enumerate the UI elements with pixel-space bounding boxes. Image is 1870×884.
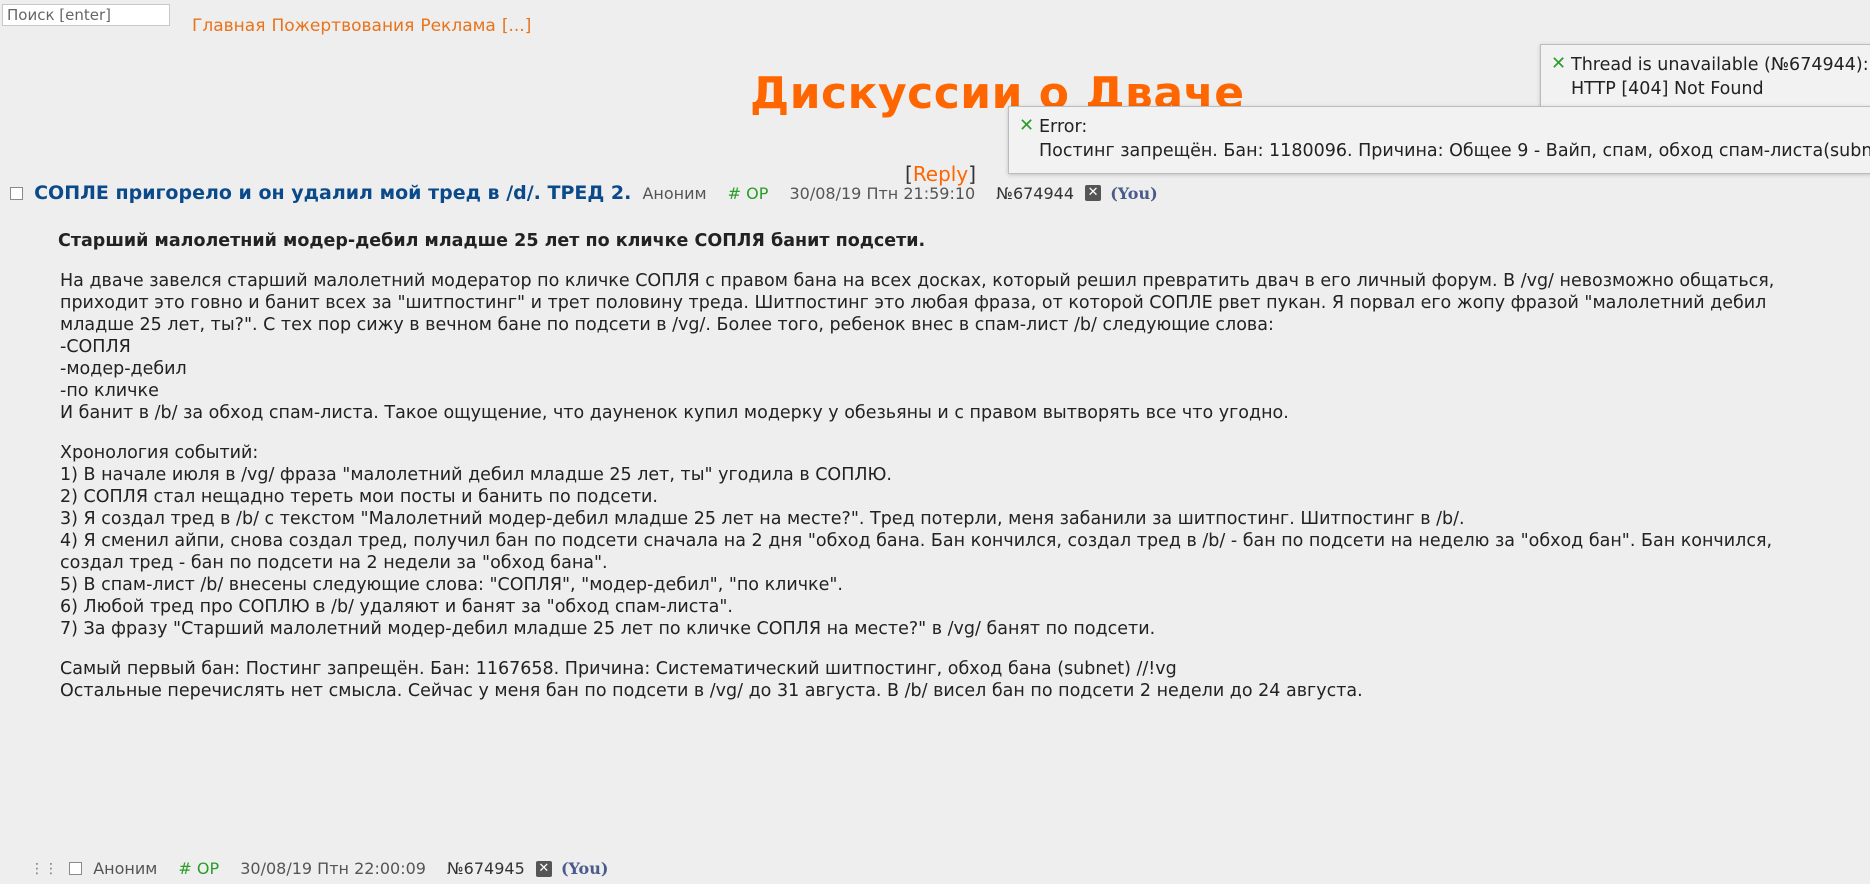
nav-more[interactable]: [...]: [502, 16, 531, 36]
nav-donate[interactable]: Пожертвования: [271, 16, 414, 36]
op-badge: # OP: [727, 183, 769, 203]
nav-ads[interactable]: Реклама: [420, 16, 496, 36]
nav-home[interactable]: Главная: [192, 16, 265, 36]
ban-line: Остальные перечислять нет смысла. Сейчас…: [60, 681, 1363, 701]
hide-post-icon[interactable]: ✕: [1085, 185, 1102, 201]
post-lead: Старший малолетний модер-дебил младше 25…: [58, 231, 926, 251]
post-header: СОПЛЕ пригорело и он удалил мой тред в /…: [10, 182, 1158, 212]
error-title: Error:: [1039, 117, 1088, 137]
post-author: Аноним: [642, 183, 707, 203]
post-line: -СОПЛЯ: [60, 337, 131, 357]
error-text: Постинг запрещён. Бан: 1180096. Причина:…: [1039, 141, 1870, 161]
chronology-line: 2) СОПЛЯ стал нещадно тереть мои посты и…: [60, 487, 658, 507]
top-nav: Главная Пожертвования Реклама [...]: [192, 16, 537, 36]
top-bar: Главная Пожертвования Реклама [...]: [0, 0, 1870, 36]
search-input[interactable]: [2, 4, 170, 26]
chronology-line: 3) Я создал тред в /b/ с текстом "Малоле…: [60, 509, 1465, 529]
you-label: (You): [560, 859, 609, 878]
ban-line: Самый первый бан: Постинг запрещён. Бан:…: [60, 659, 1177, 679]
post-date: 30/08/19 Птн 22:00:09: [240, 859, 426, 878]
post-subject: СОПЛЕ пригорело и он удалил мой тред в /…: [34, 182, 632, 204]
close-check-icon[interactable]: ✕: [1019, 114, 1034, 138]
post-line: И банит в /b/ за обход спам-листа. Такое…: [60, 403, 1289, 423]
chronology-line: создал тред - бан по подсети на 2 недели…: [60, 553, 608, 573]
post-line: -по кличке: [60, 381, 159, 401]
op-badge: # OP: [178, 859, 220, 878]
post-line: -модер-дебил: [60, 359, 187, 379]
notice-line: HTTP [404] Not Found: [1571, 79, 1764, 99]
post-number[interactable]: №674945: [447, 859, 525, 878]
post-checkbox[interactable]: [69, 862, 83, 875]
post-line: младше 25 лет, ты?". С тех пор сижу в ве…: [60, 315, 1274, 335]
chronology-line: 7) За фразу "Старший малолетний модер-де…: [60, 619, 1156, 639]
post-checkbox[interactable]: [10, 186, 23, 200]
drag-dots-icon: ⋮⋮: [30, 860, 58, 877]
post-number[interactable]: №674944: [996, 184, 1074, 203]
close-check-icon[interactable]: ✕: [1551, 52, 1566, 76]
next-post-header: ⋮⋮ Аноним # OP 30/08/19 Птн 22:00:09 №67…: [30, 858, 608, 878]
chronology-line: Хронология событий:: [60, 443, 259, 463]
chronology-line: 5) В спам-лист /b/ внесены следующие сло…: [60, 575, 843, 595]
chronology-line: 6) Любой тред про СОПЛЮ в /b/ удаляют и …: [60, 597, 733, 617]
post-line: На дваче завелся старший малолетний моде…: [60, 271, 1775, 291]
error-notice[interactable]: ✕ Error: Постинг запрещён. Бан: 1180096.…: [1008, 106, 1870, 174]
you-label: (You): [1110, 183, 1158, 203]
chronology-line: 1) В начале июля в /vg/ фраза "малолетни…: [60, 465, 892, 485]
hide-post-icon[interactable]: ✕: [535, 860, 552, 877]
chronology-line: 4) Я сменил айпи, снова создал тред, пол…: [60, 531, 1773, 551]
post-body: Старший малолетний модер-дебил младше 25…: [58, 230, 1820, 702]
post-author: Аноним: [93, 859, 158, 878]
post-line: приходит это говно и банит всех за "шитп…: [60, 293, 1767, 313]
post-date: 30/08/19 Птн 21:59:10: [789, 183, 976, 203]
notice-line: Thread is unavailable (№674944):: [1571, 55, 1869, 75]
